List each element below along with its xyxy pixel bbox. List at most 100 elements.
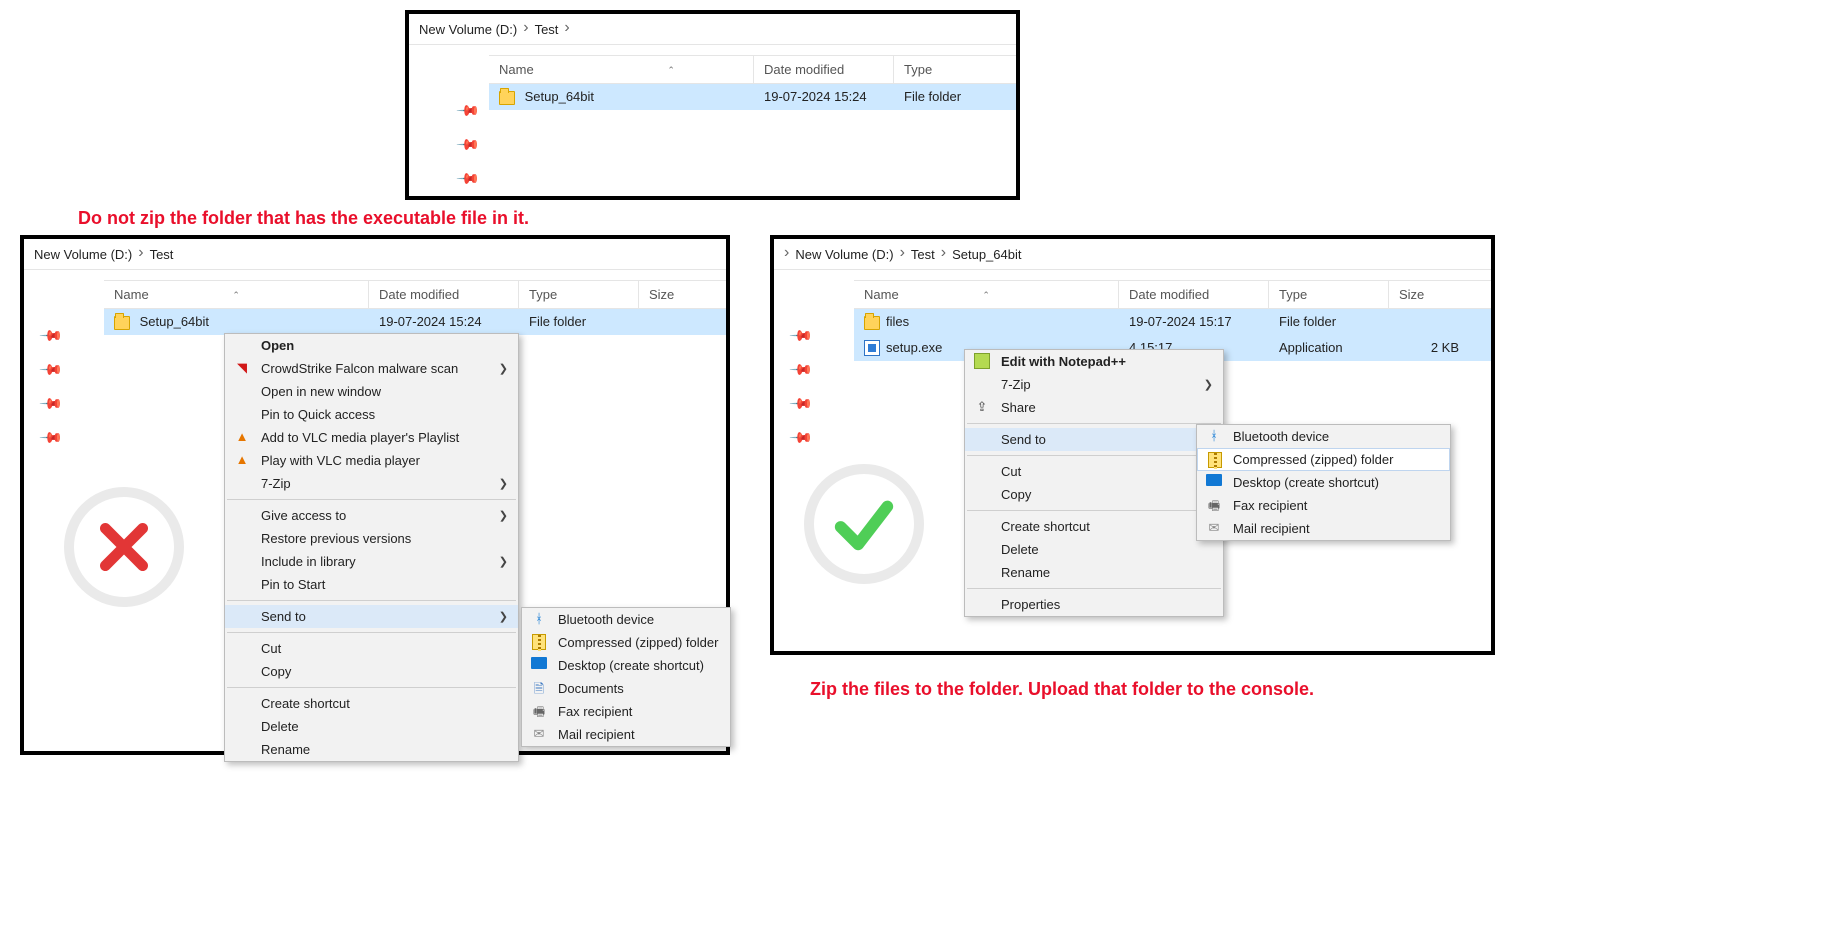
zip-icon — [1206, 452, 1224, 471]
list-item[interactable]: Setup_64bit 19-07-2024 15:24 File folder — [104, 309, 726, 335]
col-size[interactable]: Size — [1389, 281, 1469, 308]
vlc-icon: ▲ — [233, 452, 251, 467]
context-menu-item[interactable]: Rename — [965, 561, 1223, 584]
col-type[interactable]: Type — [894, 56, 1014, 83]
crumb-volume[interactable]: New Volume (D:) — [34, 247, 132, 262]
context-menu-item[interactable]: 7-Zip❯ — [965, 373, 1223, 396]
context-menu-item[interactable]: Include in library❯ — [225, 550, 518, 573]
sendto-item[interactable]: 🖷Fax recipient — [1197, 494, 1450, 517]
context-menu-item[interactable]: Create shortcut — [965, 515, 1223, 538]
context-menu-item[interactable]: Send to❯ — [225, 605, 518, 628]
desk-icon — [530, 657, 548, 672]
context-menu-item[interactable]: Send to❯ — [965, 428, 1223, 451]
sendto-item[interactable]: Desktop (create shortcut) — [1197, 471, 1450, 494]
col-size[interactable]: Size — [639, 281, 709, 308]
context-menu-item[interactable]: Copy — [225, 660, 518, 683]
sendto-submenu[interactable]: ᚼBluetooth deviceCompressed (zipped) fol… — [521, 607, 731, 747]
context-menu-item[interactable]: 7-Zip❯ — [225, 472, 518, 495]
sendto-item[interactable]: Compressed (zipped) folder — [1197, 448, 1450, 471]
context-menu-item[interactable]: Pin to Start — [225, 573, 518, 596]
list-item[interactable]: files19-07-2024 15:17File folder — [854, 309, 1491, 335]
col-name[interactable]: Name ⌃ — [489, 56, 754, 83]
context-menu-item[interactable]: Give access to❯ — [225, 504, 518, 527]
sendto-item[interactable]: ᚼBluetooth device — [1197, 425, 1450, 448]
pin-icon: 📌 — [788, 425, 814, 451]
chevron-right-icon — [523, 20, 528, 38]
context-menu-item[interactable]: Rename — [225, 738, 518, 761]
context-menu-item[interactable]: Restore previous versions — [225, 527, 518, 550]
pin-icon: 📌 — [455, 132, 481, 158]
context-menu-item[interactable]: Open — [225, 334, 518, 357]
fax-icon: 🖷 — [530, 703, 548, 725]
chevron-right-icon: ❯ — [499, 509, 508, 522]
col-type[interactable]: Type — [1269, 281, 1389, 308]
col-name[interactable]: Name ⌃ — [104, 281, 369, 308]
correct-indicator — [804, 464, 924, 584]
pin-icon: 📌 — [38, 425, 64, 451]
col-date[interactable]: Date modified — [369, 281, 519, 308]
cs-icon: ◥ — [233, 360, 251, 376]
crumb-test[interactable]: Test — [150, 247, 174, 262]
context-menu-item[interactable]: Delete — [965, 538, 1223, 561]
pin-icon: 📌 — [38, 357, 64, 383]
pin-icon: 📌 — [38, 323, 64, 349]
context-menu-item[interactable]: Open in new window — [225, 380, 518, 403]
context-menu-item[interactable]: Create shortcut — [225, 692, 518, 715]
context-menu-item[interactable]: Cut — [965, 460, 1223, 483]
sendto-item[interactable]: ᚼBluetooth device — [522, 608, 730, 631]
breadcrumb[interactable]: New Volume (D:) Test Setup_64bit — [774, 239, 1491, 270]
col-type[interactable]: Type — [519, 281, 639, 308]
sendto-item[interactable]: 🗎Documents — [522, 677, 730, 700]
crumb-test[interactable]: Test — [535, 22, 559, 37]
context-menu[interactable]: Open◥CrowdStrike Falcon malware scan❯Ope… — [224, 333, 519, 762]
sort-caret-icon: ⌃ — [667, 65, 675, 76]
sendto-item[interactable]: Desktop (create shortcut) — [522, 654, 730, 677]
vlc-icon: ▲ — [233, 429, 251, 444]
breadcrumb[interactable]: New Volume (D:) Test — [24, 239, 726, 270]
breadcrumb[interactable]: New Volume (D:) Test — [409, 14, 1016, 45]
context-menu-item[interactable]: Cut — [225, 637, 518, 660]
list-item[interactable]: Setup_64bit 19-07-2024 15:24 File folder — [489, 84, 1016, 110]
chevron-right-icon: ❯ — [499, 555, 508, 568]
context-menu-item[interactable]: Pin to Quick access — [225, 403, 518, 426]
col-name[interactable]: Name ⌃ — [854, 281, 1119, 308]
bt-icon: ᚼ — [530, 611, 548, 626]
context-menu-item[interactable]: ▲Play with VLC media player — [225, 449, 518, 472]
context-menu-item[interactable]: ⇪Share — [965, 396, 1223, 419]
context-menu-item[interactable]: Delete — [225, 715, 518, 738]
sendto-item[interactable]: Compressed (zipped) folder — [522, 631, 730, 654]
context-menu-item[interactable]: Edit with Notepad++ — [965, 350, 1223, 373]
item-size: 2 KB — [1389, 338, 1469, 357]
pin-icon: 📌 — [788, 391, 814, 417]
crumb-volume[interactable]: New Volume (D:) — [795, 247, 893, 262]
share-icon: ⇪ — [973, 399, 991, 415]
item-date: 19-07-2024 15:17 — [1119, 312, 1269, 331]
wrong-indicator — [64, 487, 184, 607]
crumb-setup64bit[interactable]: Setup_64bit — [952, 247, 1021, 262]
crumb-volume[interactable]: New Volume (D:) — [419, 22, 517, 37]
sendto-item[interactable]: ✉Mail recipient — [522, 723, 730, 746]
context-menu-item[interactable]: ◥CrowdStrike Falcon malware scan❯ — [225, 357, 518, 380]
crumb-test[interactable]: Test — [911, 247, 935, 262]
pin-icon: 📌 — [788, 323, 814, 349]
item-type: File folder — [894, 87, 1014, 106]
chevron-right-icon — [941, 245, 946, 263]
context-menu-item[interactable]: ▲Add to VLC media player's Playlist — [225, 426, 518, 449]
sendto-item[interactable]: ✉Mail recipient — [1197, 517, 1450, 540]
context-menu[interactable]: Edit with Notepad++7-Zip❯⇪Share Send to❯ C… — [964, 349, 1224, 617]
left-hint: Do not zip the folder that has the execu… — [78, 208, 1828, 229]
col-date[interactable]: Date modified — [754, 56, 894, 83]
context-menu-item[interactable]: Properties — [965, 593, 1223, 616]
sort-caret-icon: ⌃ — [232, 290, 240, 301]
context-menu-item[interactable]: Copy — [965, 483, 1223, 506]
chevron-right-icon — [564, 20, 569, 38]
item-type: File folder — [519, 312, 639, 331]
sendto-item[interactable]: 🖷Fax recipient — [522, 700, 730, 723]
col-date[interactable]: Date modified — [1119, 281, 1269, 308]
sendto-submenu[interactable]: ᚼBluetooth deviceCompressed (zipped) fol… — [1196, 424, 1451, 541]
desk-icon — [1205, 474, 1223, 489]
pin-icon: 📌 — [455, 166, 481, 192]
folder-icon — [114, 316, 130, 330]
zip-icon — [530, 634, 548, 653]
pin-icon: 📌 — [455, 98, 481, 124]
